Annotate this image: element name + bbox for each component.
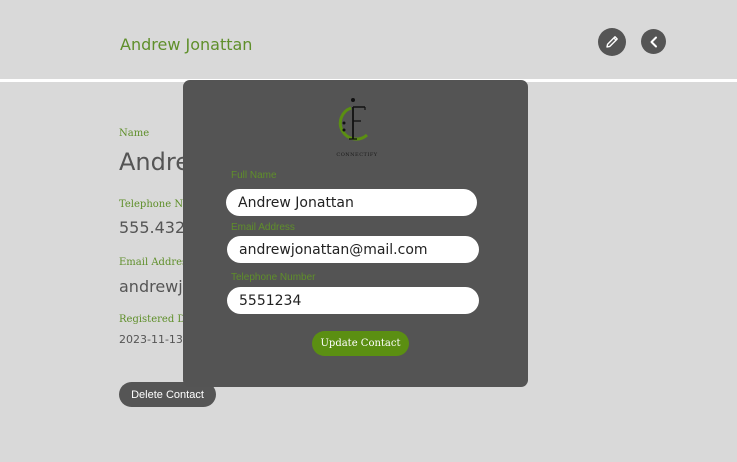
- chevron-left-icon: [650, 36, 657, 47]
- edit-button[interactable]: [598, 28, 626, 56]
- logo-icon: [338, 98, 368, 141]
- page-title: Andrew Jonattan: [120, 35, 253, 54]
- telephone-number-label: Telephone Number: [231, 272, 316, 283]
- back-button[interactable]: [641, 29, 666, 54]
- full-name-label: Full Name: [231, 170, 277, 181]
- email-label: Email Address: [119, 257, 193, 268]
- name-label: Name: [119, 128, 150, 139]
- update-contact-button[interactable]: Update Contact: [312, 331, 409, 356]
- edit-contact-modal: CONNECTIFY Full Name Email Address Telep…: [183, 80, 528, 387]
- telephone-number-input[interactable]: [227, 287, 479, 314]
- email-address-input[interactable]: [227, 236, 479, 263]
- email-address-label: Email Address: [231, 222, 295, 233]
- logo-wordmark: CONNECTIFY: [336, 152, 378, 158]
- connectify-logo: CONNECTIFY: [329, 95, 385, 161]
- registered-date-value: 2023-11-13: [119, 333, 183, 346]
- full-name-input[interactable]: [226, 189, 477, 216]
- pencil-icon: [606, 36, 618, 48]
